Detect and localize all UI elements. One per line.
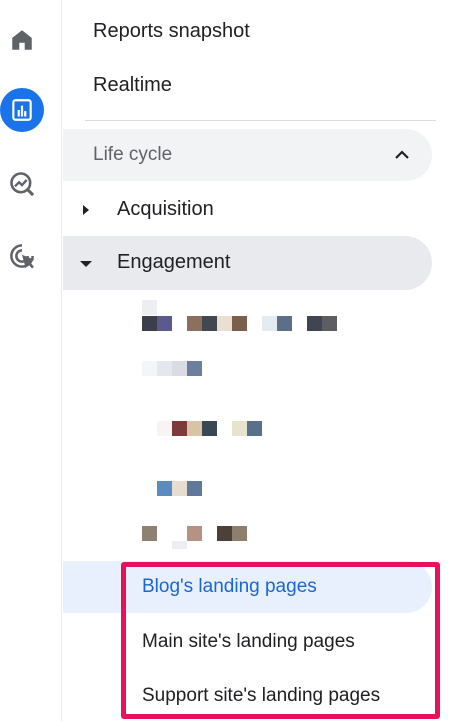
chevron-up-icon[interactable] (392, 145, 412, 165)
redacted-item (172, 541, 187, 549)
caret-right-icon (83, 205, 89, 215)
target-cursor-icon (10, 244, 35, 269)
redacted-item (157, 421, 262, 436)
redacted-item (157, 481, 202, 496)
redacted-item (142, 361, 202, 376)
icon-rail (0, 0, 62, 721)
home-icon (12, 30, 32, 50)
nav-item-realtime[interactable]: Realtime (93, 60, 172, 110)
section-title: Life cycle (93, 144, 173, 165)
nav-item-label: Reports snapshot (93, 19, 250, 42)
section-header-life-cycle[interactable]: Life cycle (63, 129, 432, 181)
caret-down-icon (80, 261, 92, 267)
nav-item-label: Engagement (117, 251, 231, 273)
redacted-item (142, 300, 157, 315)
nav-item-label: Realtime (93, 73, 172, 96)
bar-chart-icon (12, 99, 32, 121)
explore-trend-icon (10, 172, 35, 197)
home-button[interactable] (0, 18, 44, 62)
annotation-highlight-box (121, 562, 440, 719)
nav-item-label: Acquisition (117, 197, 214, 220)
reports-button[interactable] (0, 88, 44, 132)
nav-item-engagement[interactable]: Engagement (63, 236, 432, 290)
nav-item-acquisition[interactable]: Acquisition (63, 184, 432, 234)
redacted-item (142, 316, 337, 331)
redacted-item (142, 526, 247, 541)
nav-item-reports-snapshot[interactable]: Reports snapshot (93, 6, 250, 56)
divider (85, 120, 436, 121)
advertising-button[interactable] (0, 234, 44, 278)
explore-button[interactable] (0, 162, 44, 206)
